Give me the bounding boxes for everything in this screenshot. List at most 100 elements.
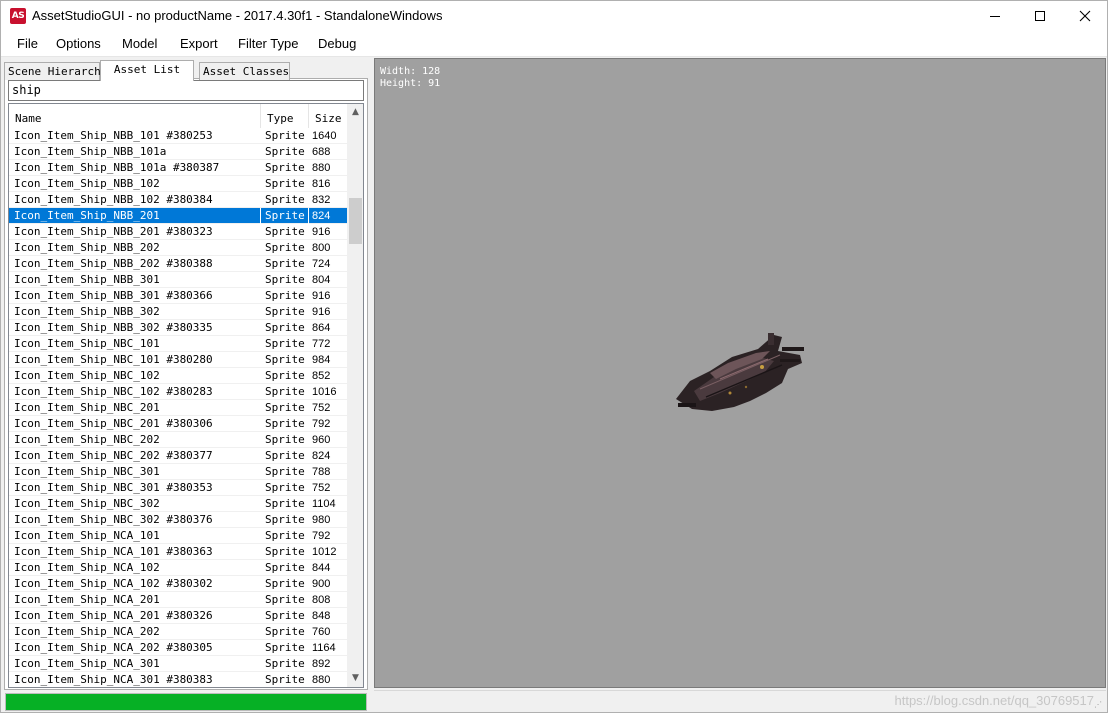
table-row[interactable]: Icon_Item_Ship_NCA_101 #380363 Sprite 1012 <box>9 544 347 560</box>
menu-bar: File Options Model Export Filter Type De… <box>1 31 1107 57</box>
cell-type: Sprite <box>265 497 305 510</box>
table-row[interactable]: Icon_Item_Ship_NCA_101 Sprite 792 <box>9 528 347 544</box>
menu-model[interactable]: Model <box>122 36 157 51</box>
tab-scene-hierarchy[interactable]: Scene Hierarchy <box>4 62 107 80</box>
cell-type: Sprite <box>265 529 305 542</box>
cell-size: 816 <box>312 178 331 190</box>
table-row[interactable]: Icon_Item_Ship_NCA_201 Sprite 808 <box>9 592 347 608</box>
table-row[interactable]: Icon_Item_Ship_NBB_102 #380384 Sprite 832 <box>9 192 347 208</box>
cell-name: Icon_Item_Ship_NBC_101 <box>14 337 160 350</box>
table-row[interactable]: Icon_Item_Ship_NBC_102 Sprite 852 <box>9 368 347 384</box>
vertical-scrollbar[interactable]: ▲ ▼ <box>347 104 363 687</box>
table-row[interactable]: Icon_Item_Ship_NBC_201 #380306 Sprite 792 <box>9 416 347 432</box>
cell-name: Icon_Item_Ship_NBC_201 <box>14 401 160 414</box>
asset-list[interactable]: Name Type Size Icon_Item_Ship_NBB_101 #3… <box>8 103 364 688</box>
table-row[interactable]: Icon_Item_Ship_NBC_301 Sprite 788 <box>9 464 347 480</box>
maximize-button[interactable] <box>1017 1 1063 31</box>
scroll-thumb[interactable] <box>349 198 362 244</box>
table-row[interactable]: Icon_Item_Ship_NBB_101a #380387 Sprite 880 <box>9 160 347 176</box>
table-row[interactable]: Icon_Item_Ship_NCA_301 #380383 Sprite 880 <box>9 672 347 687</box>
table-row[interactable]: Icon_Item_Ship_NBC_302 Sprite 1104 <box>9 496 347 512</box>
cell-name: Icon_Item_Ship_NBB_101 #380253 <box>14 129 213 142</box>
cell-name: Icon_Item_Ship_NBC_202 #380377 <box>14 449 213 462</box>
table-row[interactable]: Icon_Item_Ship_NBC_101 Sprite 772 <box>9 336 347 352</box>
cell-name: Icon_Item_Ship_NBB_301 #380366 <box>14 289 213 302</box>
cell-name: Icon_Item_Ship_NBB_201 #380323 <box>14 225 213 238</box>
scroll-down-icon[interactable]: ▼ <box>347 670 363 687</box>
table-row[interactable]: Icon_Item_Ship_NBB_101a Sprite 688 <box>9 144 347 160</box>
table-row[interactable]: Icon_Item_Ship_NBB_201 Sprite 824 <box>9 208 347 224</box>
table-row[interactable]: Icon_Item_Ship_NBC_301 #380353 Sprite 752 <box>9 480 347 496</box>
table-row[interactable]: Icon_Item_Ship_NCA_201 #380326 Sprite 848 <box>9 608 347 624</box>
tab-strip: Scene Hierarchy Asset List Asset Classes <box>4 60 368 81</box>
table-row[interactable]: Icon_Item_Ship_NBB_102 Sprite 816 <box>9 176 347 192</box>
menu-filter-type[interactable]: Filter Type <box>238 36 298 51</box>
table-row[interactable]: Icon_Item_Ship_NBC_102 #380283 Sprite 1016 <box>9 384 347 400</box>
table-row[interactable]: Icon_Item_Ship_NBC_202 #380377 Sprite 824 <box>9 448 347 464</box>
cell-size: 824 <box>312 450 331 462</box>
title-bar[interactable]: AS AssetStudioGUI - no productName - 201… <box>1 1 1107 31</box>
table-row[interactable]: Icon_Item_Ship_NBC_201 Sprite 752 <box>9 400 347 416</box>
minimize-button[interactable] <box>972 1 1018 31</box>
cell-size: 752 <box>312 482 331 494</box>
cell-size: 752 <box>312 402 331 414</box>
table-row[interactable]: Icon_Item_Ship_NCA_202 #380305 Sprite 1164 <box>9 640 347 656</box>
preview-panel: Width: 128 Height: 91 <box>374 58 1106 688</box>
table-row[interactable]: Icon_Item_Ship_NBB_201 #380323 Sprite 916 <box>9 224 347 240</box>
cell-name: Icon_Item_Ship_NBB_202 #380388 <box>14 257 213 270</box>
cell-size: 844 <box>312 562 331 574</box>
menu-export[interactable]: Export <box>180 36 218 51</box>
column-header-name[interactable]: Name <box>9 104 261 128</box>
cell-type: Sprite <box>265 545 305 558</box>
cell-size: 788 <box>312 466 331 478</box>
tab-asset-classes[interactable]: Asset Classes <box>199 62 290 80</box>
status-bar: https://blog.csdn.net/qq_30769517 ⋰ <box>374 690 1106 712</box>
maximize-icon <box>1035 11 1045 21</box>
cell-name: Icon_Item_Ship_NBC_202 <box>14 433 160 446</box>
cell-name: Icon_Item_Ship_NCA_102 #380302 <box>14 577 213 590</box>
watermark-text: https://blog.csdn.net/qq_30769517 <box>894 693 1095 708</box>
menu-debug[interactable]: Debug <box>318 36 356 51</box>
table-row[interactable]: Icon_Item_Ship_NBB_301 #380366 Sprite 916 <box>9 288 347 304</box>
menu-options[interactable]: Options <box>56 36 101 51</box>
cell-type: Sprite <box>265 241 305 254</box>
cell-size: 960 <box>312 434 331 446</box>
left-panel: Scene Hierarchy Asset List Asset Classes… <box>4 58 368 713</box>
cell-type: Sprite <box>265 433 305 446</box>
table-row[interactable]: Icon_Item_Ship_NBB_101 #380253 Sprite 1640 <box>9 128 347 144</box>
table-row[interactable]: Icon_Item_Ship_NBC_202 Sprite 960 <box>9 432 347 448</box>
table-row[interactable]: Icon_Item_Ship_NBB_301 Sprite 804 <box>9 272 347 288</box>
table-row[interactable]: Icon_Item_Ship_NBB_202 Sprite 800 <box>9 240 347 256</box>
cell-type: Sprite <box>265 449 305 462</box>
cell-name: Icon_Item_Ship_NCA_301 <box>14 657 160 670</box>
cell-size: 1640 <box>312 130 337 142</box>
column-header-type[interactable]: Type <box>261 104 309 128</box>
cell-type: Sprite <box>265 593 305 606</box>
cell-type: Sprite <box>265 353 305 366</box>
cell-type: Sprite <box>265 321 305 334</box>
cell-size: 792 <box>312 530 331 542</box>
close-button[interactable] <box>1062 1 1108 31</box>
cell-type: Sprite <box>265 385 305 398</box>
cell-name: Icon_Item_Ship_NCA_202 <box>14 625 160 638</box>
menu-file[interactable]: File <box>17 36 38 51</box>
cell-name: Icon_Item_Ship_NBC_302 <box>14 497 160 510</box>
column-header-size[interactable]: Size <box>309 104 347 128</box>
table-row[interactable]: Icon_Item_Ship_NBC_302 #380376 Sprite 980 <box>9 512 347 528</box>
table-row[interactable]: Icon_Item_Ship_NBC_101 #380280 Sprite 984 <box>9 352 347 368</box>
table-row[interactable]: Icon_Item_Ship_NCA_102 Sprite 844 <box>9 560 347 576</box>
table-row[interactable]: Icon_Item_Ship_NBB_302 #380335 Sprite 864 <box>9 320 347 336</box>
table-row[interactable]: Icon_Item_Ship_NBB_302 Sprite 916 <box>9 304 347 320</box>
cell-size: 1016 <box>312 386 337 398</box>
search-input[interactable]: ship <box>8 80 364 101</box>
cell-name: Icon_Item_Ship_NCA_101 <box>14 529 160 542</box>
resize-grip-icon[interactable]: ⋰ <box>1094 700 1104 710</box>
scroll-up-icon[interactable]: ▲ <box>347 104 363 121</box>
table-row[interactable]: Icon_Item_Ship_NCA_102 #380302 Sprite 900 <box>9 576 347 592</box>
cell-size: 688 <box>312 146 331 158</box>
table-row[interactable]: Icon_Item_Ship_NBB_202 #380388 Sprite 724 <box>9 256 347 272</box>
cell-name: Icon_Item_Ship_NBC_301 #380353 <box>14 481 213 494</box>
table-row[interactable]: Icon_Item_Ship_NCA_202 Sprite 760 <box>9 624 347 640</box>
table-row[interactable]: Icon_Item_Ship_NCA_301 Sprite 892 <box>9 656 347 672</box>
tab-asset-list[interactable]: Asset List <box>100 60 194 81</box>
